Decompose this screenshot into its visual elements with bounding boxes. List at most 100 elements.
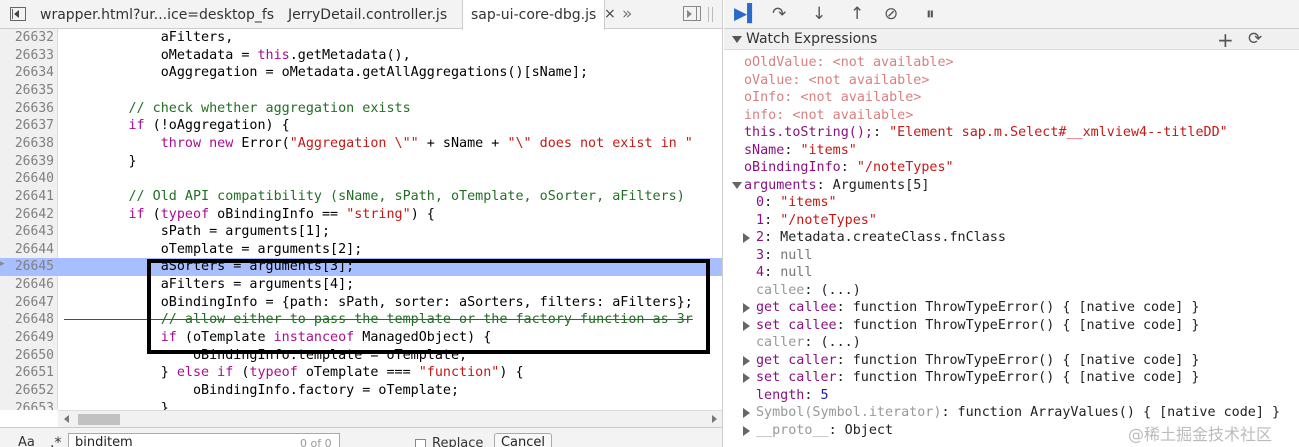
- code-line[interactable]: 26651 } else if (typeof oTemplate === "f…: [0, 364, 722, 382]
- code-line[interactable]: 26641 // Old API compatibility (sName, s…: [0, 188, 722, 206]
- expand-triangle-icon[interactable]: [743, 425, 750, 436]
- watch-entry[interactable]: 0: "items": [756, 194, 837, 212]
- code-line[interactable]: 26652 oBindingInfo.factory = oTemplate;: [0, 382, 722, 400]
- cancel-button[interactable]: Cancel: [494, 433, 552, 447]
- watch-entry[interactable]: set callee: function ThrowTypeError() { …: [743, 317, 1199, 335]
- code-line[interactable]: 26635: [0, 82, 722, 100]
- line-number[interactable]: 26640: [0, 170, 54, 188]
- line-number[interactable]: 26645: [0, 258, 54, 276]
- watch-entry[interactable]: caller: (...): [756, 334, 861, 352]
- watch-entry[interactable]: __proto__: Object: [743, 422, 893, 440]
- line-number[interactable]: 26644: [0, 241, 54, 259]
- code-line[interactable]: 26637 if (!oAggregation) {: [0, 117, 722, 135]
- code-line-paused[interactable]: 26645 aSorters = arguments[3];: [0, 258, 722, 277]
- expand-triangle-icon[interactable]: [743, 320, 750, 331]
- line-number[interactable]: 26636: [0, 100, 54, 118]
- watch-entry[interactable]: sName: "items": [744, 142, 857, 160]
- line-number[interactable]: 26652: [0, 382, 54, 400]
- code-line[interactable]: 26639 }: [0, 153, 722, 171]
- line-number[interactable]: 26642: [0, 206, 54, 224]
- line-number[interactable]: 26637: [0, 117, 54, 135]
- replace-checkbox[interactable]: [415, 439, 426, 447]
- expand-triangle-icon[interactable]: [743, 233, 750, 243]
- tab-sap-ui-core-dbg[interactable]: sap-ui-core-dbg.js: [462, 0, 606, 30]
- line-number[interactable]: 26638: [0, 135, 54, 153]
- navigator-toggle-icon[interactable]: [10, 7, 26, 21]
- expand-triangle-icon[interactable]: [743, 408, 750, 418]
- line-number[interactable]: 26646: [0, 276, 54, 294]
- match-case-toggle[interactable]: Aa: [18, 435, 35, 447]
- line-number[interactable]: 26651: [0, 364, 54, 382]
- line-number[interactable]: 26648: [0, 311, 54, 329]
- deactivate-breakpoints-icon[interactable]: ⊘: [884, 3, 898, 25]
- scroll-right-icon[interactable]: [712, 415, 717, 423]
- watch-entry[interactable]: oInfo: <not available>: [744, 89, 921, 107]
- tabs-overflow-icon[interactable]: »: [622, 0, 632, 28]
- line-number[interactable]: 26639: [0, 153, 54, 171]
- line-number[interactable]: 26634: [0, 64, 54, 82]
- watch-entry[interactable]: arguments: Arguments[5]: [732, 177, 929, 195]
- refresh-icon[interactable]: ⟳: [1248, 29, 1262, 49]
- line-number[interactable]: 26653: [0, 400, 54, 410]
- code-editor[interactable]: 26632 aFilters, 26633 oMetadata = this.ge…: [0, 29, 722, 410]
- watch-entry[interactable]: get caller: function ThrowTypeError() { …: [743, 352, 1199, 370]
- tab-wrapper-html[interactable]: wrapper.html?ur...ice=desktop_fs: [40, 0, 274, 29]
- watch-entry[interactable]: 3: null: [756, 247, 812, 265]
- collapse-triangle-icon[interactable]: [732, 181, 742, 189]
- pause-on-exceptions-icon[interactable]: ⏸: [926, 3, 935, 25]
- expand-triangle-icon[interactable]: [743, 355, 750, 366]
- horizontal-scrollbar[interactable]: [58, 410, 722, 427]
- code-line[interactable]: 26644 oTemplate = arguments[2];: [0, 241, 722, 259]
- add-expression-icon[interactable]: +: [1217, 28, 1234, 52]
- watch-entry[interactable]: oValue: <not available>: [744, 72, 929, 90]
- watch-entry[interactable]: this.toString();: "Element sap.m.Select#…: [744, 124, 1228, 142]
- code-line[interactable]: 26653 }: [0, 400, 722, 410]
- code-line[interactable]: 26649 if (oTemplate instanceof ManagedOb…: [0, 329, 722, 347]
- line-number[interactable]: 26650: [0, 347, 54, 365]
- expand-triangle-icon[interactable]: [743, 303, 750, 313]
- regex-toggle[interactable]: .*: [50, 435, 61, 447]
- code-line[interactable]: 26640: [0, 170, 722, 188]
- code-line[interactable]: 26643 sPath = arguments[1];: [0, 223, 722, 241]
- line-number[interactable]: 26647: [0, 294, 54, 312]
- resume-icon[interactable]: ▶▍: [734, 3, 760, 25]
- code-line[interactable]: 26632 aFilters,: [0, 29, 722, 47]
- code-line[interactable]: 26642 if (typeof oBindingInfo == "string…: [0, 206, 722, 224]
- line-number[interactable]: 26632: [0, 29, 54, 47]
- line-number[interactable]: 26633: [0, 47, 54, 65]
- watch-entry[interactable]: info: <not available>: [744, 107, 913, 125]
- watch-entry[interactable]: Symbol(Symbol.iterator): function ArrayV…: [743, 404, 1280, 422]
- code-line[interactable]: 26646 aFilters = arguments[4];: [0, 276, 722, 294]
- line-number[interactable]: 26643: [0, 223, 54, 241]
- watch-entry[interactable]: 4: null: [756, 264, 812, 282]
- step-out-icon[interactable]: ↑: [850, 3, 864, 25]
- watch-entry[interactable]: oBindingInfo: "/noteTypes": [744, 159, 954, 177]
- watch-entry[interactable]: length: 5: [756, 387, 829, 405]
- watch-entry[interactable]: 2: Metadata.createClass.fnClass: [743, 229, 1006, 247]
- watch-entry[interactable]: 1: "/noteTypes": [756, 212, 877, 230]
- line-number[interactable]: 26635: [0, 82, 54, 100]
- code-line[interactable]: 26647 oBindingInfo = {path: sPath, sorte…: [0, 294, 722, 312]
- code-line[interactable]: 26648 // allow either to pass the templa…: [0, 311, 722, 329]
- line-number[interactable]: 26649: [0, 329, 54, 347]
- code-line[interactable]: 26633 oMetadata = this.getMetadata(),: [0, 47, 722, 65]
- watch-entry[interactable]: callee: (...): [756, 282, 861, 300]
- tab-jerrydetail-controller[interactable]: JerryDetail.controller.js: [288, 0, 447, 29]
- code-line[interactable]: 26638 throw new Error("Aggregation \"" +…: [0, 135, 722, 153]
- tab-close-icon[interactable]: ×: [604, 0, 616, 29]
- expand-triangle-icon[interactable]: [743, 373, 750, 383]
- debugger-panel-toggle-icon[interactable]: [683, 6, 701, 21]
- watch-expressions-header[interactable]: Watch Expressions + ⟳: [724, 28, 1299, 52]
- code-line[interactable]: 26634 oAggregation = oMetadata.getAllAgg…: [0, 64, 722, 82]
- scroll-left-icon[interactable]: [64, 415, 69, 423]
- watch-entry[interactable]: get callee: function ThrowTypeError() { …: [743, 299, 1199, 317]
- step-into-icon[interactable]: ↓: [812, 3, 826, 25]
- watch-entry[interactable]: set caller: function ThrowTypeError() { …: [743, 369, 1199, 387]
- watch-token: oBindingInfo: [744, 160, 841, 175]
- line-number[interactable]: 26641: [0, 188, 54, 206]
- step-over-icon[interactable]: ↷: [772, 3, 786, 25]
- scroll-thumb[interactable]: [78, 414, 120, 425]
- code-line[interactable]: 26650 oBindingInfo.template = oTemplate;: [0, 347, 722, 365]
- code-line[interactable]: 26636 // check whether aggregation exist…: [0, 100, 722, 118]
- watch-entry[interactable]: oOldValue: <not available>: [744, 54, 954, 72]
